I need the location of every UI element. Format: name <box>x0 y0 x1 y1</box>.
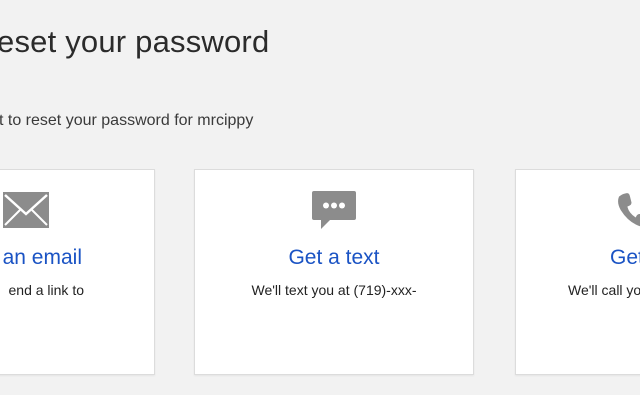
text-option-description: We'll text you at (719)-xxx- <box>251 282 417 298</box>
call-option-card[interactable]: Get We'll call you <box>515 169 640 375</box>
email-option-title: an email <box>2 246 82 269</box>
call-option-title: Get <box>610 246 640 269</box>
page-subtitle: t to reset your password for mrcippy <box>0 112 254 129</box>
chat-bubble-icon <box>312 191 356 229</box>
email-option-description: end a link to <box>8 282 85 298</box>
page-title: eset your password <box>0 24 270 59</box>
reset-password-page: eset your password t to reset your passw… <box>0 0 640 395</box>
call-option-description: We'll call you <box>568 282 640 298</box>
email-option-card[interactable]: an email end a link to <box>0 169 155 375</box>
envelope-icon <box>3 192 49 228</box>
phone-icon <box>618 193 640 227</box>
text-option-title: Get a text <box>288 246 380 269</box>
text-option-card[interactable]: Get a text We'll text you at (719)-xxx- <box>194 169 474 375</box>
